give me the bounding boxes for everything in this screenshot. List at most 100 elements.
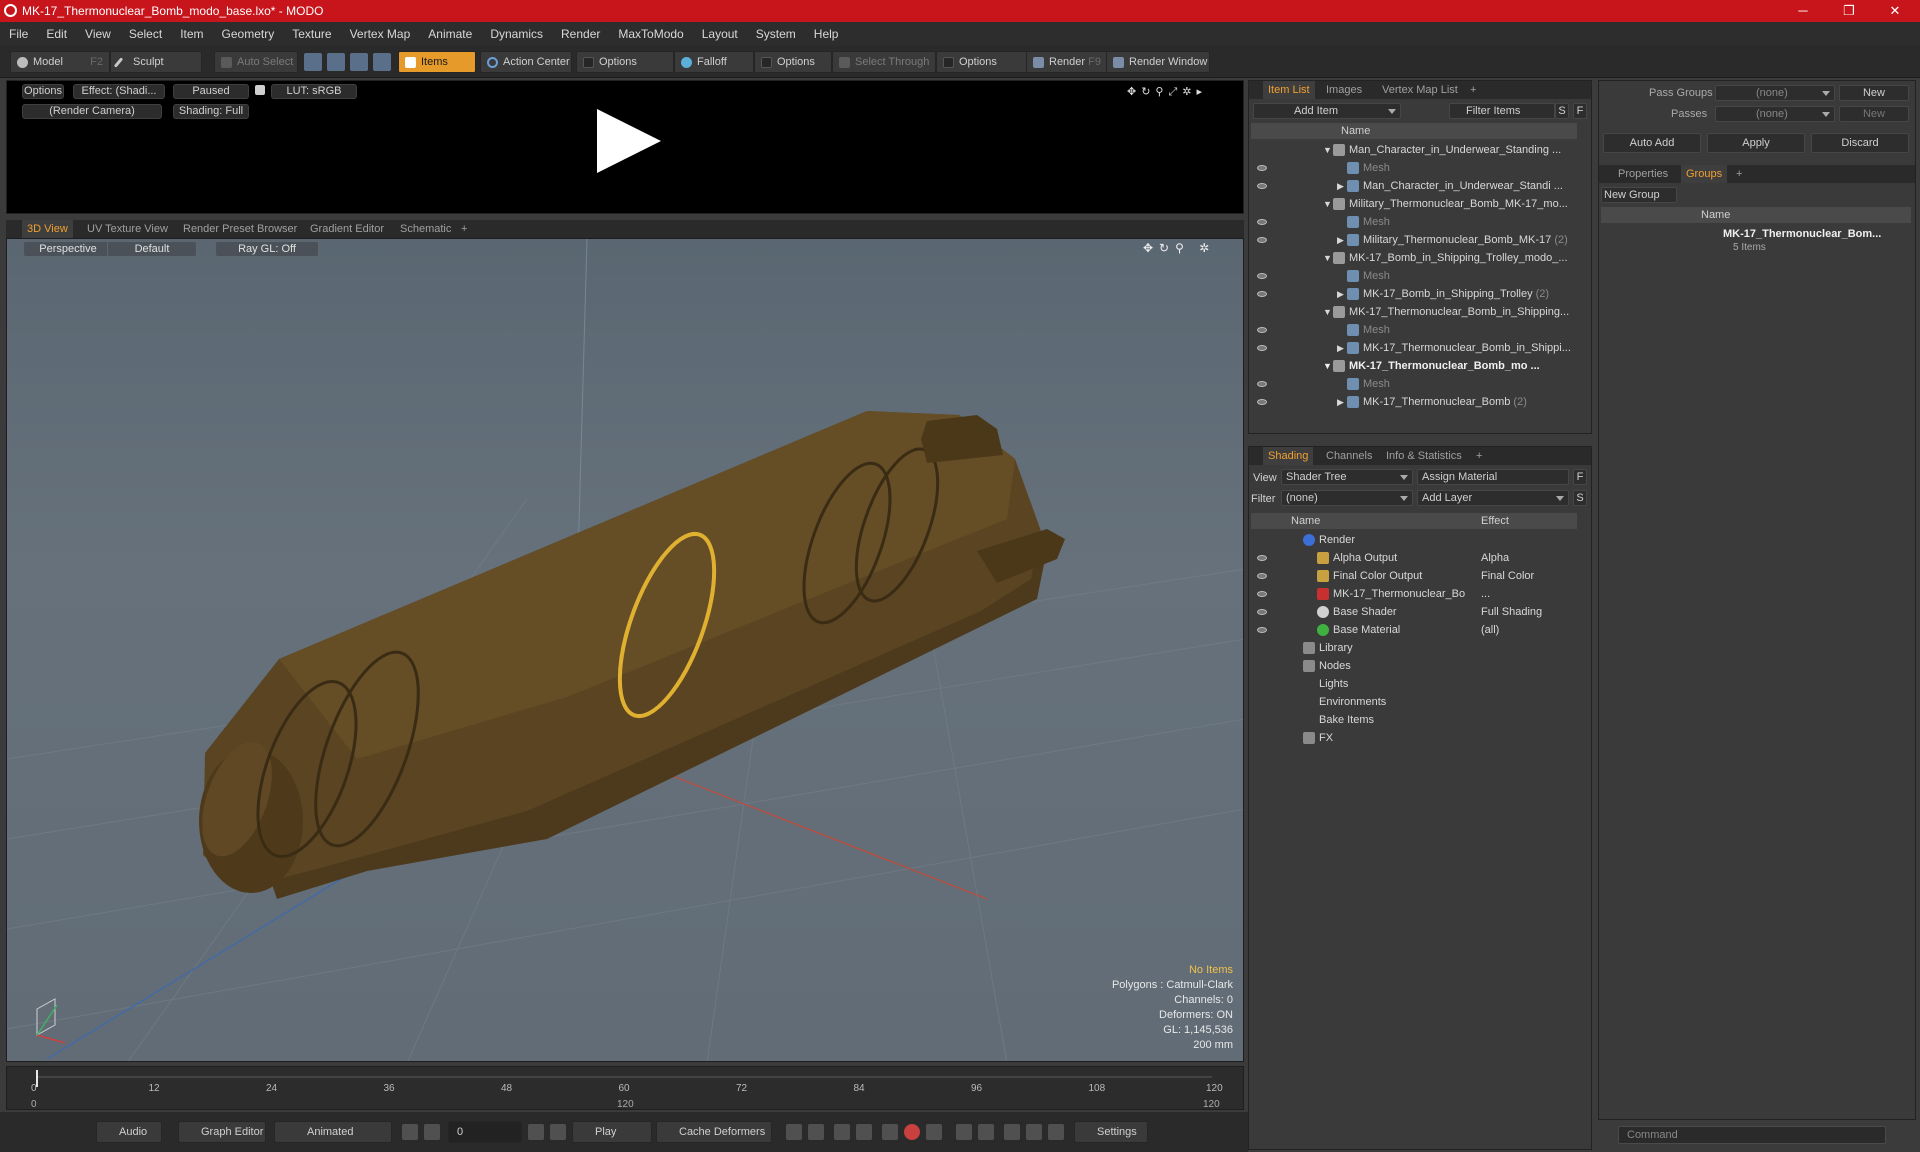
menu-view[interactable]: View [76, 22, 120, 41]
minimize-button[interactable]: ─ [1780, 0, 1826, 22]
add-item-dropdown[interactable]: Add Item [1253, 103, 1401, 119]
menu-select[interactable]: Select [120, 22, 171, 41]
expand-arrow-icon[interactable]: ▶ [1337, 393, 1344, 411]
add-layer-dropdown[interactable]: Add Layer [1417, 490, 1569, 506]
animated-dropdown[interactable]: Animated [274, 1121, 392, 1143]
select-edges-icon[interactable] [327, 53, 345, 71]
tab-item-list[interactable]: Item List [1263, 81, 1315, 99]
menu-animate[interactable]: Animate [419, 22, 481, 41]
snap-icon[interactable] [1048, 1124, 1064, 1140]
item-list-row[interactable]: ▶ MK-17_Bomb_in_Shipping_Trolley (2) [1251, 285, 1577, 303]
items-mode-button[interactable]: Items [398, 51, 476, 73]
menu-file[interactable]: File [0, 22, 37, 41]
sculpt-mode-button[interactable]: Sculpt [110, 51, 202, 73]
last-frame-icon[interactable] [978, 1124, 994, 1140]
shader-tree-row[interactable]: MK-17_Thermonuclear_Bo... [1251, 585, 1577, 603]
action-center-options-button[interactable]: Options [576, 51, 674, 73]
menu-texture[interactable]: Texture [283, 22, 340, 41]
menu-help[interactable]: Help [805, 22, 848, 41]
collapse-arrow-icon[interactable]: ▼ [1323, 249, 1332, 267]
shader-tree-row[interactable]: Library [1251, 639, 1577, 657]
falloff-button[interactable]: Falloff [674, 51, 754, 73]
menu-render[interactable]: Render [552, 22, 609, 41]
item-list-row[interactable]: ▼ MK-17_Bomb_in_Shipping_Trolley_modo_... [1251, 249, 1577, 267]
preview-options-button[interactable]: Options [22, 84, 64, 99]
shader-tree-row[interactable]: Final Color Output Final Color [1251, 567, 1577, 585]
tab-gradient-editor[interactable]: Gradient Editor [305, 220, 389, 238]
tab-render-preset-browser[interactable]: Render Preset Browser [178, 220, 302, 238]
passes-dropdown[interactable]: (none) [1715, 106, 1835, 122]
auto-select-button[interactable]: Auto Select [214, 51, 298, 73]
next-key-icon[interactable] [528, 1124, 544, 1140]
item-list-row[interactable]: ▼ Man_Character_in_Underwear_Standing ... [1251, 141, 1577, 159]
visibility-eye-icon[interactable] [1257, 381, 1267, 387]
shading-f-button[interactable]: F [1573, 469, 1587, 485]
next-frame-icon[interactable] [956, 1124, 972, 1140]
visibility-eye-icon[interactable] [1257, 327, 1267, 333]
visibility-eye-icon[interactable] [1257, 399, 1267, 405]
visibility-eye-icon[interactable] [1257, 219, 1267, 225]
go-to-end-icon[interactable] [550, 1124, 566, 1140]
tab-channels[interactable]: Channels [1321, 447, 1377, 465]
visibility-eye-icon[interactable] [1257, 591, 1267, 597]
item-list-row[interactable]: ▼ MK-17_Thermonuclear_Bomb_mo ... [1251, 357, 1577, 375]
shader-effect-dropdown[interactable]: Full Shading [1481, 603, 1577, 621]
pass-groups-dropdown[interactable]: (none) [1715, 85, 1835, 101]
shader-tree[interactable]: Render Alpha Output Alpha Final Color Outpu… [1251, 531, 1577, 1141]
shader-tree-row[interactable]: Base Shader Full Shading [1251, 603, 1577, 621]
add-tab-button[interactable]: + [1465, 81, 1481, 99]
prev-key-icon[interactable] [424, 1124, 440, 1140]
collapse-arrow-icon[interactable]: ▼ [1323, 357, 1332, 375]
new-pass-button[interactable]: New [1839, 106, 1909, 122]
discard-button[interactable]: Discard [1811, 133, 1909, 153]
preview-effect-dropdown[interactable]: Effect: (Shadi... [73, 84, 165, 99]
preview-paused-toggle[interactable]: Paused [173, 84, 249, 99]
settings-button[interactable]: Settings [1074, 1121, 1148, 1143]
select-polygons-icon[interactable] [350, 53, 368, 71]
item-list-row[interactable]: Mesh [1251, 375, 1577, 393]
select-materials-icon[interactable] [373, 53, 391, 71]
render-window-button[interactable]: Render Window [1106, 51, 1210, 73]
shader-tree-row[interactable]: Base Material (all) [1251, 621, 1577, 639]
item-list-row[interactable]: ▼ Military_Thermonuclear_Bomb_MK-17_mo... [1251, 195, 1577, 213]
tab-groups[interactable]: Groups [1681, 165, 1728, 183]
menu-edit[interactable]: Edit [37, 22, 76, 41]
menu-geometry[interactable]: Geometry [213, 22, 284, 41]
collapse-arrow-icon[interactable]: ▼ [1323, 195, 1332, 213]
shader-effect-dropdown[interactable]: Final Color [1481, 567, 1577, 585]
tab-3d-view[interactable]: 3D View [22, 220, 73, 238]
go-to-start-icon[interactable] [402, 1124, 418, 1140]
item-list-row[interactable]: ▼ MK-17_Thermonuclear_Bomb_in_Shipping... [1251, 303, 1577, 321]
tab-uv-texture-view[interactable]: UV Texture View [82, 220, 173, 238]
preview-lut-dropdown[interactable]: LUT: sRGB [271, 84, 357, 99]
visibility-eye-icon[interactable] [1257, 609, 1267, 615]
select-vertices-icon[interactable] [304, 53, 322, 71]
item-list-row[interactable]: Mesh [1251, 321, 1577, 339]
tab-images[interactable]: Images [1321, 81, 1367, 99]
new-group-button[interactable]: New Group [1601, 187, 1677, 203]
shader-tree-row[interactable]: Bake Items [1251, 711, 1577, 729]
command-input[interactable]: Command [1618, 1126, 1886, 1144]
cache-deformers-button[interactable]: Cache Deformers [656, 1121, 772, 1143]
assign-material-button[interactable]: Assign Material [1417, 469, 1569, 485]
visibility-eye-icon[interactable] [1257, 291, 1267, 297]
menu-item[interactable]: Item [171, 22, 212, 41]
key-all-icon[interactable] [808, 1124, 824, 1140]
shader-tree-row[interactable]: Environments [1251, 693, 1577, 711]
expand-arrow-icon[interactable]: ▶ [1337, 231, 1344, 249]
lock-icon[interactable] [255, 85, 265, 95]
auto-key-icon[interactable] [926, 1124, 942, 1140]
render-button[interactable]: Render F9 [1026, 51, 1108, 73]
audio-button[interactable]: Audio [96, 1121, 162, 1143]
tab-properties[interactable]: Properties [1613, 165, 1673, 183]
select-through-button[interactable]: Select Through [832, 51, 936, 73]
visibility-eye-icon[interactable] [1257, 165, 1267, 171]
restore-button[interactable]: ❐ [1826, 0, 1872, 22]
shader-effect-dropdown[interactable]: ... [1481, 585, 1577, 603]
shader-tree-row[interactable]: Alpha Output Alpha [1251, 549, 1577, 567]
shader-effect-dropdown[interactable]: Alpha [1481, 549, 1577, 567]
close-button[interactable]: ✕ [1872, 0, 1918, 22]
play-button[interactable]: Play [572, 1121, 652, 1143]
select-through-options-button[interactable]: Options [936, 51, 1028, 73]
preview-nav-icons[interactable]: ✥↻⚲⤢✲▸ [1127, 85, 1239, 99]
